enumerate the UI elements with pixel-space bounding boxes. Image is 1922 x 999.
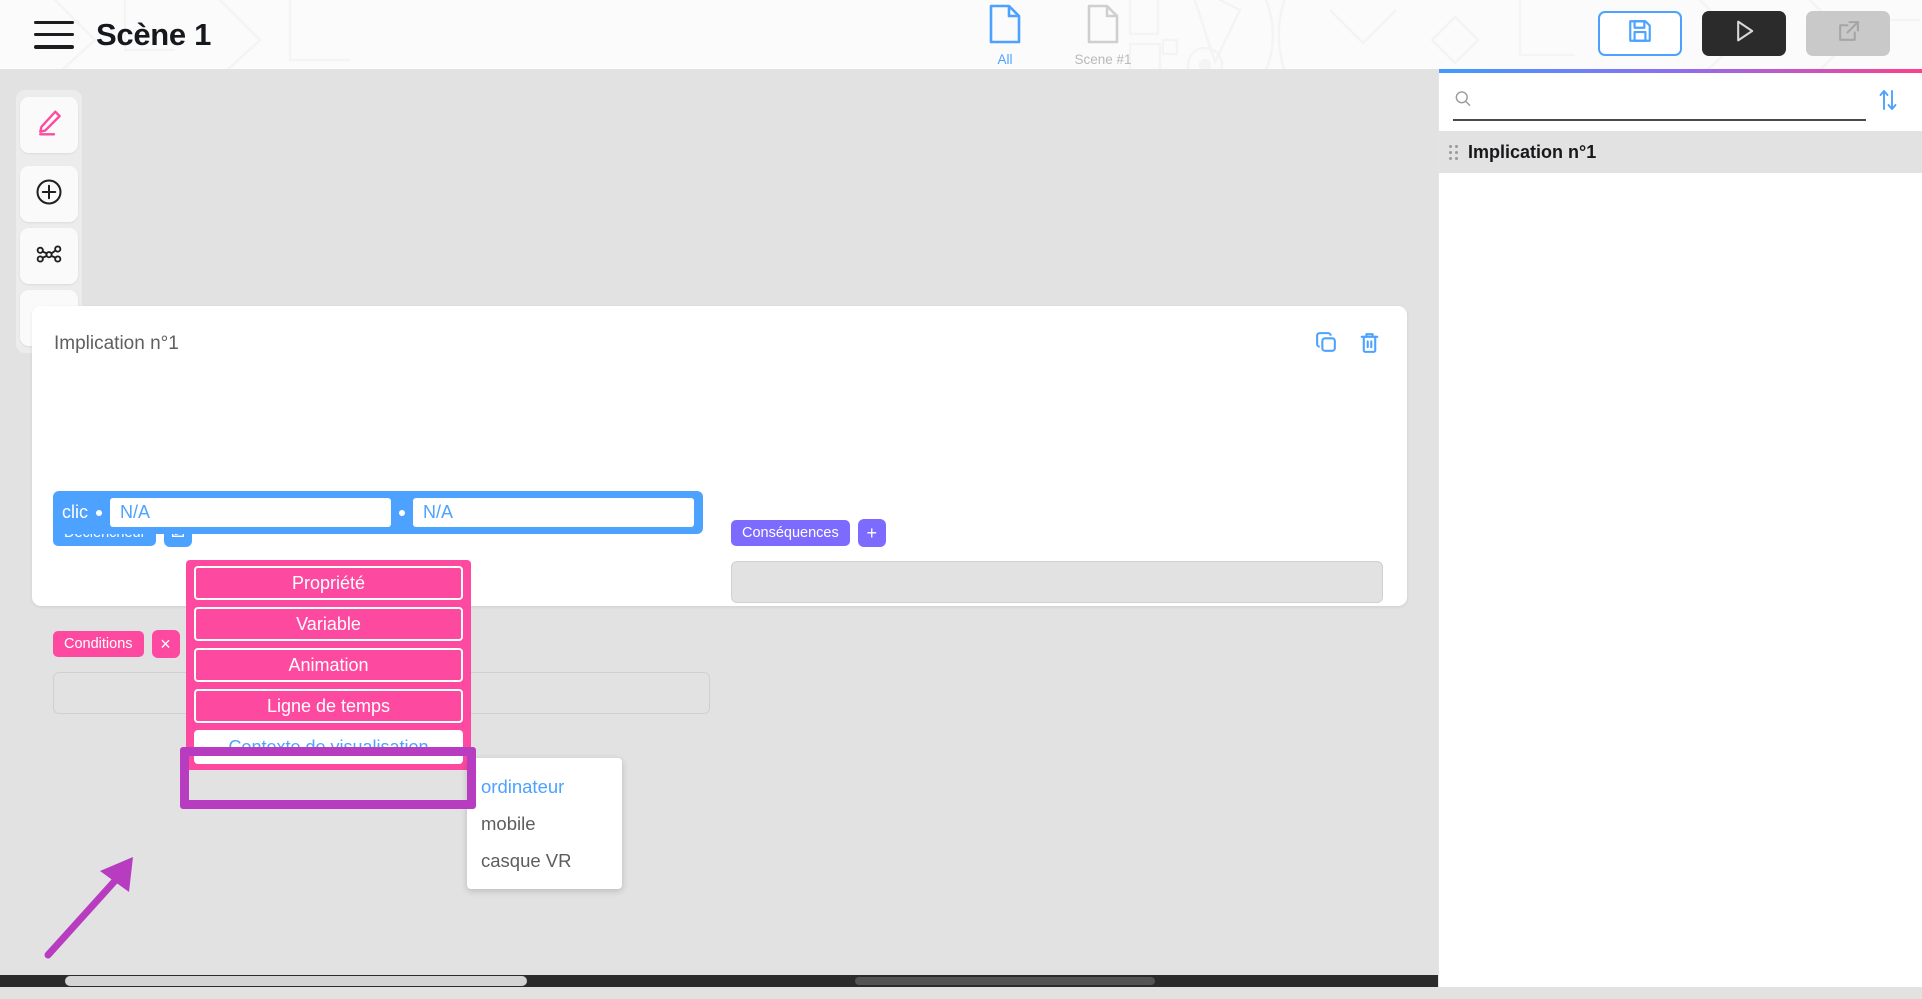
play-triangle-icon (1730, 17, 1758, 50)
list-item-label: Implication n°1 (1468, 141, 1597, 162)
horizontal-scrollbar-thumb[interactable] (65, 976, 527, 986)
trigger-dot-1 (96, 509, 102, 516)
trigger-dot-2 (399, 509, 405, 516)
trigger-field-2[interactable]: N/A (413, 498, 694, 527)
consequences-add-button[interactable]: + (857, 519, 886, 547)
drag-handle-icon[interactable] (1449, 144, 1458, 160)
editor-canvas: Implication n°1 Déclencheur (0, 69, 1438, 987)
document-icon (988, 3, 1022, 50)
condition-type-menu: Propriété Variable Animation Ligne de te… (186, 560, 471, 770)
play-button[interactable] (1702, 11, 1786, 56)
copy-icon[interactable] (1314, 330, 1339, 360)
submenu-item-casque-vr[interactable]: casque VR (467, 842, 622, 879)
implication-card-actions (1314, 330, 1382, 360)
menu-item-contexte-de-visualisation[interactable]: Contexte de visualisation (194, 730, 463, 764)
menu-item-animation[interactable]: Animation (194, 648, 463, 682)
submenu-item-mobile[interactable]: mobile (467, 805, 622, 842)
list-item[interactable]: Implication n°1 (1439, 131, 1922, 173)
trigger-keyword: clic (62, 502, 88, 522)
hamburger-menu-icon[interactable] (34, 20, 74, 49)
page-title: Scène 1 (96, 16, 212, 52)
consequences-dropzone[interactable] (731, 561, 1383, 603)
trigger-field-1[interactable]: N/A (110, 498, 391, 527)
trigger-bar: clic N/A N/A (53, 491, 703, 534)
menu-item-propriete[interactable]: Propriété (194, 566, 463, 600)
menu-item-variable[interactable]: Variable (194, 607, 463, 641)
edit-tool[interactable] (20, 97, 78, 153)
implication-card-title: Implication n°1 (54, 333, 179, 354)
search-bar (1439, 73, 1922, 131)
plus-circle-icon (34, 177, 64, 212)
floppy-disk-icon (1627, 18, 1653, 49)
consequences-badge[interactable]: Conséquences (731, 520, 850, 546)
save-button[interactable] (1598, 11, 1682, 56)
tab-all[interactable]: All (975, 3, 1035, 67)
horizontal-scrollbar[interactable] (0, 975, 1438, 987)
document-tabs: All Scene #1 (975, 3, 1133, 67)
tab-all-label: All (997, 52, 1013, 67)
implications-panel: Implication n°1 (1438, 69, 1922, 987)
conditions-row-head: Conditions × (53, 630, 180, 658)
pencil-icon (34, 108, 64, 143)
search-field-wrapper (1453, 83, 1866, 121)
sort-arrows-icon[interactable] (1876, 87, 1900, 118)
horizontal-scrollbar-track-segment[interactable] (855, 977, 1155, 985)
conditions-close-button[interactable]: × (151, 630, 180, 658)
app-header: Scène 1 All Scene #1 (0, 0, 1922, 69)
trash-icon[interactable] (1357, 330, 1382, 360)
document-icon (1086, 3, 1120, 50)
visualization-context-submenu: ordinateur mobile casque VR (467, 758, 622, 889)
tab-scene-1-label: Scene #1 (1074, 52, 1132, 67)
node-graph-icon (34, 239, 64, 274)
submenu-item-ordinateur[interactable]: ordinateur (467, 768, 622, 805)
consequences-row-head: Conséquences + (731, 519, 886, 547)
menu-item-ligne-de-temps[interactable]: Ligne de temps (194, 689, 463, 723)
conditions-badge[interactable]: Conditions (53, 631, 144, 657)
add-tool[interactable] (20, 166, 78, 222)
graph-tool[interactable] (20, 228, 78, 284)
export-button[interactable] (1806, 11, 1890, 56)
external-link-icon (1836, 19, 1861, 49)
header-actions (1598, 11, 1890, 56)
tab-scene-1[interactable]: Scene #1 (1073, 3, 1133, 67)
annotation-arrow (44, 857, 133, 959)
search-input[interactable] (1481, 91, 1866, 111)
magnifier-icon (1453, 89, 1473, 114)
